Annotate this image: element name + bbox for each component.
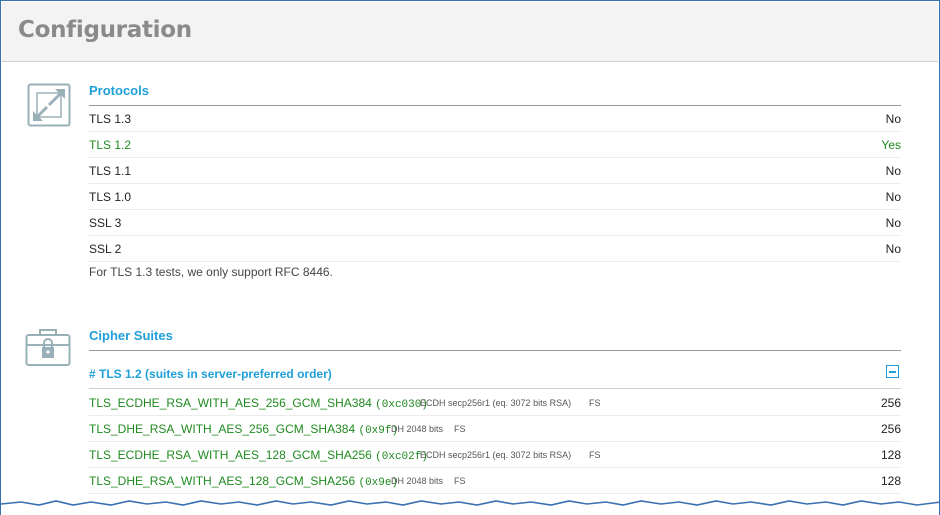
protocols-note: For TLS 1.3 tests, we only support RFC 8… xyxy=(89,265,333,279)
forward-secrecy-tag: FS xyxy=(589,398,601,408)
protocol-label: TLS 1.2 xyxy=(89,138,132,152)
protocol-row-tls13: TLS 1.3 No xyxy=(89,106,901,132)
cipher-suite-row: TLS_DHE_RSA_WITH_AES_256_GCM_SHA384 (0x9… xyxy=(89,416,901,442)
protocols-title: Protocols xyxy=(89,83,149,98)
protocol-row-ssl3: SSL 3 No xyxy=(89,210,901,236)
forward-secrecy-tag: FS xyxy=(454,424,466,434)
cipher-suite-name: TLS_DHE_RSA_WITH_AES_128_GCM_SHA256 (0x9… xyxy=(89,474,399,489)
protocol-status: No xyxy=(885,242,901,256)
protocol-label: SSL 3 xyxy=(89,216,122,230)
tls12-suites-header[interactable]: # TLS 1.2 (suites in server-preferred or… xyxy=(89,361,901,389)
protocol-row-tls10: TLS 1.0 No xyxy=(89,184,901,210)
page-title: Configuration xyxy=(18,17,192,43)
protocol-label: TLS 1.1 xyxy=(89,164,132,178)
cipher-suite-bits: 256 xyxy=(880,422,901,436)
forward-secrecy-tag: FS xyxy=(589,450,601,460)
cipher-suite-row: TLS_DHE_RSA_WITH_AES_128_GCM_SHA256 (0x9… xyxy=(89,468,901,494)
cipher-suite-name: TLS_DHE_RSA_WITH_AES_256_GCM_SHA384 (0x9… xyxy=(89,422,399,437)
torn-edge xyxy=(1,500,939,515)
cipher-suite-bits: 128 xyxy=(880,474,901,488)
protocol-row-ssl2: SSL 2 No xyxy=(89,236,901,262)
protocol-status: No xyxy=(885,112,901,126)
cipher-suite-kex: ECDH secp256r1 (eq. 3072 bits RSA) xyxy=(420,450,572,460)
protocol-status: No xyxy=(885,216,901,230)
forward-secrecy-tag: FS xyxy=(454,476,466,486)
cipher-suite-row: TLS_ECDHE_RSA_WITH_AES_256_GCM_SHA384 (0… xyxy=(89,390,901,416)
protocol-row-tls12: TLS 1.2 Yes xyxy=(89,132,901,158)
protocol-status: No xyxy=(885,190,901,204)
configuration-header: Configuration xyxy=(2,2,938,62)
protocol-status: No xyxy=(885,164,901,178)
cipher-suite-kex: DH 2048 bits xyxy=(391,424,444,434)
cipher-suites-title: Cipher Suites xyxy=(89,328,173,343)
cipher-suite-name: TLS_ECDHE_RSA_WITH_AES_128_GCM_SHA256 (0… xyxy=(89,448,428,463)
cipher-suite-bits: 128 xyxy=(880,448,901,462)
protocol-label: SSL 2 xyxy=(89,242,122,256)
cipher-suite-kex: ECDH secp256r1 (eq. 3072 bits RSA) xyxy=(420,398,572,408)
protocol-status: Yes xyxy=(881,138,901,152)
collapse-icon[interactable] xyxy=(886,365,899,378)
protocol-row-tls11: TLS 1.1 No xyxy=(89,158,901,184)
protocol-label: TLS 1.3 xyxy=(89,112,132,126)
cipher-suite-kex: DH 2048 bits xyxy=(391,476,444,486)
tls12-suites-title: # TLS 1.2 (suites in server-preferred or… xyxy=(89,367,332,381)
cipher-suites-divider xyxy=(89,350,901,351)
cipher-suite-row: TLS_ECDHE_RSA_WITH_AES_128_GCM_SHA256 (0… xyxy=(89,442,901,468)
toolbox-lock-icon xyxy=(25,329,71,366)
arrows-expand-icon xyxy=(27,83,71,127)
report-frame: Configuration Protocols TLS 1.3 No TLS 1… xyxy=(0,0,940,515)
cipher-suite-name: TLS_ECDHE_RSA_WITH_AES_256_GCM_SHA384 (0… xyxy=(89,396,428,411)
cipher-suite-bits: 256 xyxy=(880,396,901,410)
protocol-label: TLS 1.0 xyxy=(89,190,132,204)
